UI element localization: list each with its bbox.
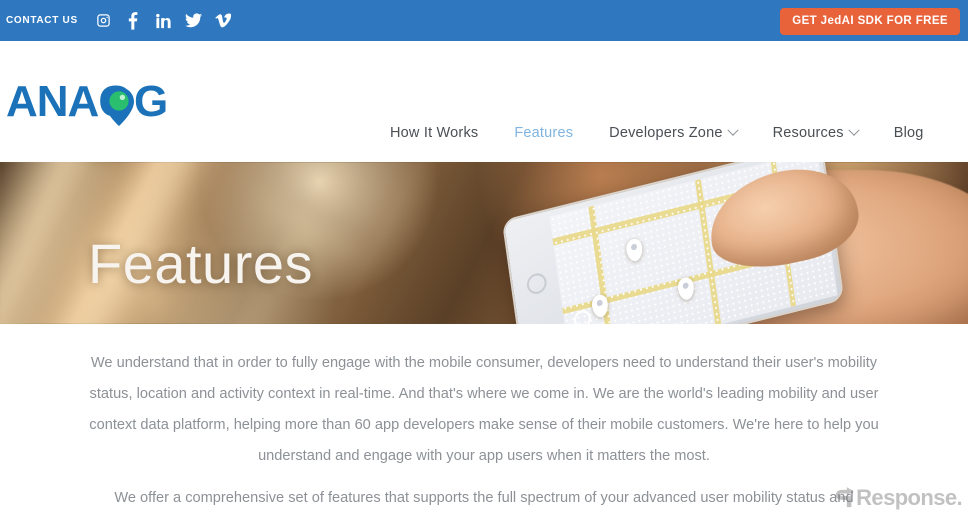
intro-paragraph-2: We offer a comprehensive set of features…: [114, 490, 854, 506]
nav-item-blog[interactable]: Blog: [876, 119, 942, 147]
nav-item-developers-zone[interactable]: Developers Zone: [591, 119, 754, 147]
chevron-down-icon: [848, 124, 860, 136]
nav-label: Resources: [772, 125, 844, 141]
anagog-logo[interactable]: ANAG G: [6, 74, 168, 130]
chevron-down-icon: [726, 124, 739, 136]
page-title: Features: [88, 232, 313, 295]
hero-banner: Features: [0, 162, 968, 324]
intro-paragraph-1: We understand that in order to fully eng…: [89, 355, 879, 464]
hero-phone-photo: [478, 162, 968, 324]
social-links: [94, 10, 233, 31]
nav-item-features[interactable]: Features: [496, 119, 591, 147]
nav-label: Developers Zone: [609, 125, 723, 141]
site-header: ANAG G How It Works Features Developers …: [0, 41, 968, 162]
nav-item-how-it-works[interactable]: How It Works: [372, 119, 496, 147]
nav-label: Features: [514, 125, 574, 141]
main-navigation: How It Works Features Developers Zone Re…: [372, 119, 942, 147]
nav-item-resources[interactable]: Resources: [755, 119, 876, 147]
facebook-icon[interactable]: [124, 10, 143, 31]
linkedin-icon[interactable]: [154, 10, 173, 31]
vimeo-icon[interactable]: [214, 10, 233, 31]
content-section: We understand that in order to fully eng…: [0, 324, 968, 510]
svg-text:G: G: [134, 77, 167, 126]
get-sdk-free-button[interactable]: GET JedAI SDK FOR FREE: [780, 8, 960, 35]
nav-label: Blog: [893, 125, 924, 141]
nav-label: How It Works: [390, 125, 479, 141]
contact-us-link[interactable]: CONTACT US: [6, 15, 78, 26]
phone-home-button: [525, 271, 548, 297]
twitter-icon[interactable]: [184, 10, 203, 31]
top-utility-bar: CONTACT US GET JedAI SDK FOR FREE: [0, 0, 968, 41]
instagram-icon[interactable]: [94, 10, 113, 31]
